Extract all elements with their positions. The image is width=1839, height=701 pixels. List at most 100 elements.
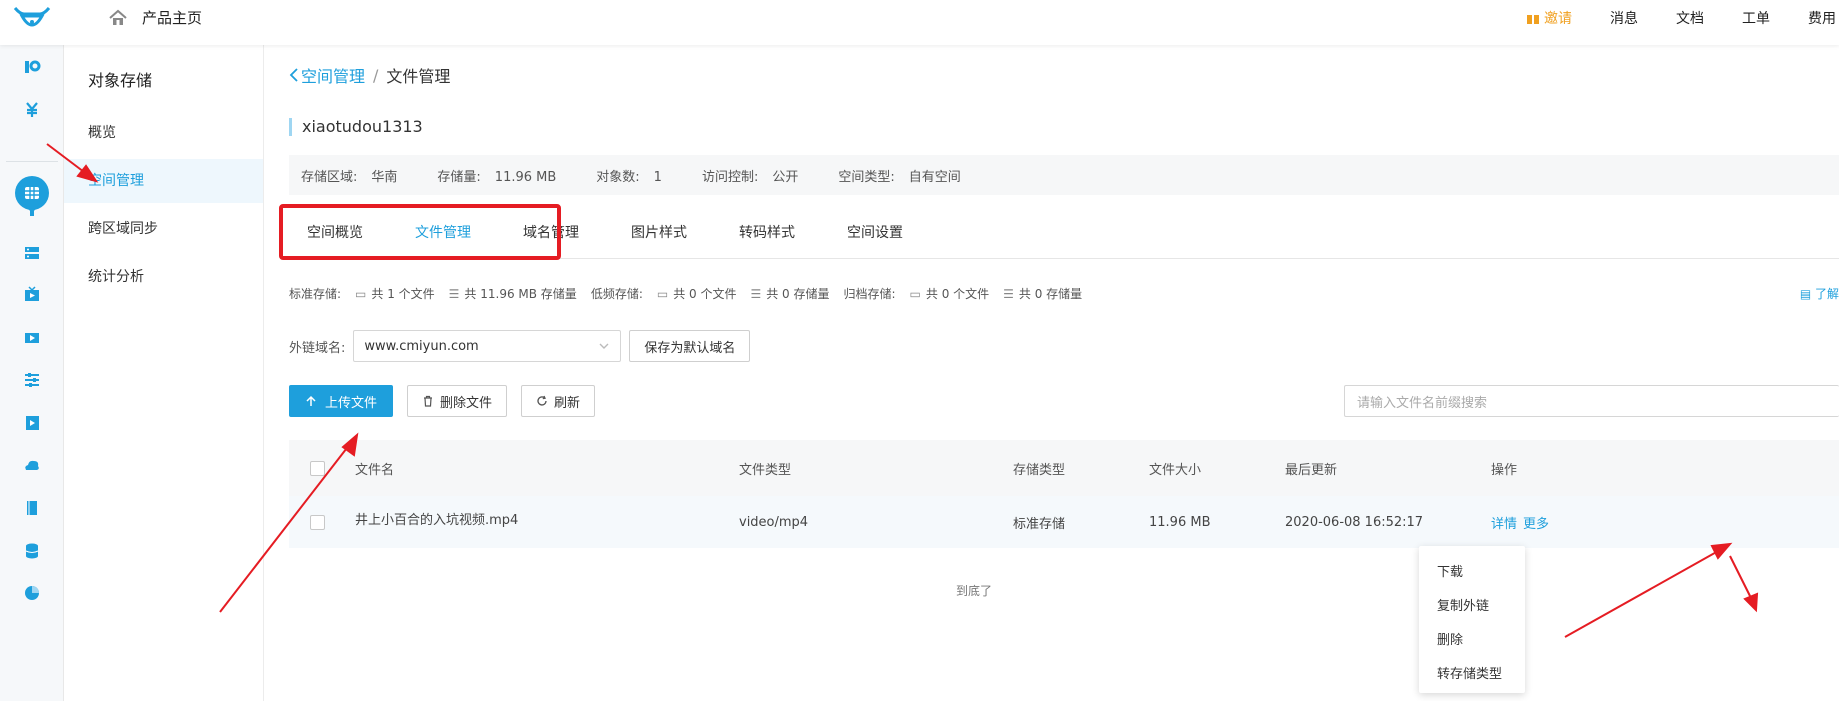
domain-select-value: www.cmiyun.com: [364, 338, 479, 354]
rail-tv-icon[interactable]: [20, 283, 44, 307]
top-nav: 邀请 消息 文档 工单 费用: [1488, 8, 1839, 28]
stats-archive-size: 共 0 存储量: [1018, 287, 1083, 301]
invite-link[interactable]: 邀请: [1526, 8, 1572, 28]
more-link[interactable]: 更多: [1523, 513, 1549, 532]
bucket-name: xiaotudou1313: [289, 118, 423, 136]
file-type: video/mp4: [739, 514, 809, 530]
rail-funnel-icon[interactable]: [20, 198, 44, 222]
header-storage-type: 存储类型: [1013, 462, 1066, 478]
stats-archive-label: 归档存储:: [843, 287, 896, 301]
select-all-checkbox[interactable]: [310, 440, 325, 496]
file-size: 11.96 MB: [1149, 514, 1211, 530]
learn-more-link[interactable]: ▤ 了解: [1800, 285, 1839, 302]
rail-dashboard-icon[interactable]: [20, 55, 44, 79]
header-file-size: 文件大小: [1149, 462, 1202, 478]
domain-row: 外链域名: www.cmiyun.com 保存为默认域名: [289, 330, 751, 362]
folder-icon: ▭: [656, 286, 669, 301]
highlight-box: [279, 204, 561, 260]
header-actions: 操作: [1491, 462, 1518, 478]
header-file-type: 文件类型: [739, 462, 792, 478]
sidebar-item-overview[interactable]: 概览: [64, 111, 263, 155]
file-search-input[interactable]: 请输入文件名前缀搜索: [1344, 385, 1839, 417]
refresh-button[interactable]: 刷新: [521, 385, 596, 417]
breadcrumb-back-label: 空间管理: [301, 67, 366, 86]
detail-link[interactable]: 详情: [1491, 513, 1517, 532]
list-icon: ☰: [750, 286, 762, 301]
rail-video-icon[interactable]: [20, 411, 44, 435]
row-checkbox[interactable]: [310, 496, 325, 548]
domain-select[interactable]: www.cmiyun.com: [353, 330, 622, 362]
rail-book-icon[interactable]: [20, 496, 44, 520]
header-file-name: 文件名: [355, 462, 395, 478]
main-content: 空间管理 / 文件管理 xiaotudou1313 存储区域: 华南 存储量: 11…: [264, 45, 1839, 701]
menu-item-delete[interactable]: 删除: [1419, 624, 1525, 658]
list-icon: ☰: [448, 286, 460, 301]
stats-low-files: 共 0 个文件: [673, 287, 737, 301]
table-header: 文件名 文件类型 存储类型 文件大小 最后更新 操作: [289, 440, 1839, 496]
learn-more-label: 了解: [1814, 287, 1839, 301]
breadcrumb-current: 文件管理: [386, 67, 451, 86]
save-default-domain-button[interactable]: 保存为默认域名: [629, 330, 751, 362]
delete-file-label: 删除文件: [440, 395, 493, 411]
menu-item-copy-link[interactable]: 复制外链: [1419, 590, 1525, 624]
more-actions-menu: 下载 复制外链 删除 转存储类型: [1419, 546, 1525, 693]
domain-label: 外链域名:: [289, 340, 346, 356]
stats-low-size: 共 0 存储量: [766, 287, 830, 301]
icon-rail: [0, 45, 64, 701]
sidebar-item-statistics[interactable]: 统计分析: [64, 255, 263, 299]
stats-standard-label: 标准存储:: [289, 287, 342, 301]
product-home-link[interactable]: 产品主页: [108, 7, 202, 28]
storage-stats: 标准存储: ▭ 共 1 个文件 ☰ 共 11.96 MB 存储量 低频存储: ▭ 共 …: [289, 285, 1088, 302]
rail-cloud-icon[interactable]: [20, 454, 44, 478]
file-storage-type: 标准存储: [1013, 516, 1066, 532]
top-bar: 产品主页 邀请 消息 文档 工单 费用: [0, 0, 1839, 45]
info-region: 存储区域: 华南: [301, 169, 398, 185]
info-storage: 存储量: 11.96 MB: [437, 169, 557, 185]
home-icon: [109, 9, 127, 25]
header-last-updated: 最后更新: [1285, 462, 1338, 478]
file-name[interactable]: 井上小百合的入坑视频.mp4: [355, 492, 518, 544]
file-search-placeholder: 请输入文件名前缀搜索: [1357, 395, 1488, 411]
tab-transcode-styles[interactable]: 转码样式: [717, 207, 817, 259]
file-table: 文件名 文件类型 存储类型 文件大小 最后更新 操作 井上小百合的入坑视频.mp…: [289, 440, 1839, 548]
rail-database-icon[interactable]: [20, 539, 44, 563]
rail-chart-icon[interactable]: [20, 581, 44, 605]
breadcrumb-separator: /: [373, 65, 379, 85]
breadcrumb: 空间管理 / 文件管理: [289, 63, 450, 87]
rail-sliders-icon[interactable]: [20, 368, 44, 392]
menu-item-change-storage-type[interactable]: 转存储类型: [1419, 658, 1525, 692]
tab-bucket-settings[interactable]: 空间设置: [825, 207, 925, 259]
breadcrumb-back-link[interactable]: 空间管理: [289, 63, 365, 87]
rail-yuan-icon[interactable]: [20, 98, 44, 122]
folder-icon: ▭: [355, 286, 367, 301]
list-icon: ☰: [1003, 286, 1014, 301]
chevron-down-icon: [599, 343, 609, 349]
rail-server-icon[interactable]: [20, 241, 44, 265]
stats-standard-files: 共 1 个文件: [371, 287, 435, 301]
docs-link[interactable]: 文档: [1676, 8, 1704, 28]
sidebar-item-bucket-management[interactable]: 空间管理: [64, 159, 263, 203]
chevron-left-icon: [289, 68, 298, 82]
tickets-link[interactable]: 工单: [1742, 8, 1770, 28]
logo-icon[interactable]: [12, 4, 52, 34]
menu-item-download[interactable]: 下载: [1419, 556, 1525, 590]
file-toolbar: 上传文件 删除文件 刷新: [289, 385, 596, 417]
file-updated: 2020-06-08 16:52:17: [1285, 514, 1424, 530]
row-actions: 详情 更多: [1491, 496, 1549, 548]
rail-divider: [6, 161, 58, 162]
info-objects: 对象数: 1: [596, 169, 662, 185]
billing-link[interactable]: 费用: [1808, 8, 1836, 28]
stats-archive-files: 共 0 个文件: [925, 287, 990, 301]
upload-file-button[interactable]: 上传文件: [289, 385, 394, 417]
product-home-label: 产品主页: [142, 9, 203, 27]
gift-icon: [1527, 12, 1539, 24]
delete-file-button[interactable]: 删除文件: [407, 385, 508, 417]
rail-film-icon[interactable]: [20, 326, 44, 350]
sidebar-title: 对象存储: [88, 71, 153, 90]
sidebar-item-cross-region-sync[interactable]: 跨区域同步: [64, 207, 263, 251]
tab-image-styles[interactable]: 图片样式: [609, 207, 709, 259]
upload-file-label: 上传文件: [325, 395, 378, 411]
refresh-icon: [537, 395, 547, 406]
trash-icon: [424, 395, 433, 407]
messages-link[interactable]: 消息: [1610, 8, 1638, 28]
